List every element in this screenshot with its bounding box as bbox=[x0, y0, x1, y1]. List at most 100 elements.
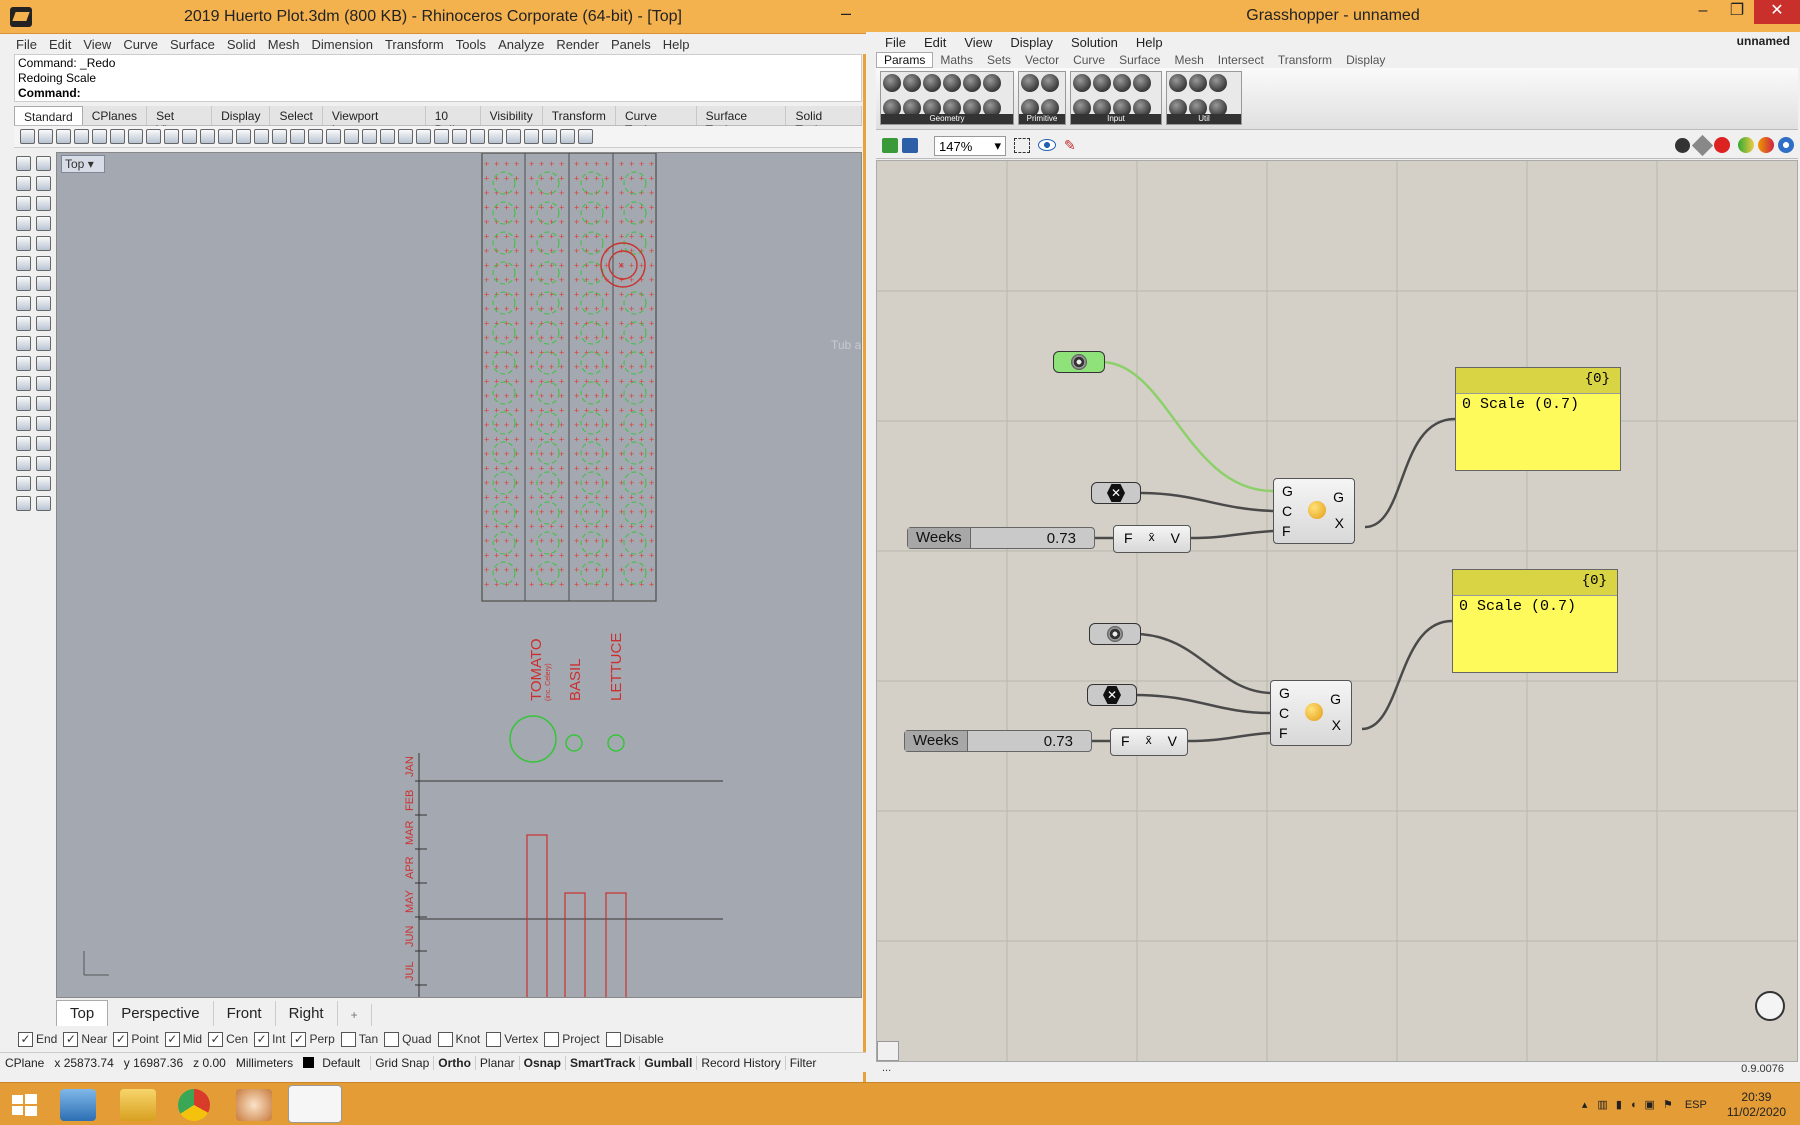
geometry-param-1[interactable] bbox=[1053, 351, 1105, 373]
line-icon[interactable] bbox=[16, 216, 31, 231]
gh-close-button[interactable]: ✕ bbox=[1754, 0, 1800, 24]
osnap-cen[interactable]: ✓ Cen bbox=[208, 1031, 248, 1047]
command-area[interactable]: Command: _Redo Redoing Scale Command: bbox=[14, 54, 862, 102]
command-prompt[interactable]: Command: bbox=[18, 86, 81, 100]
preview-wire-icon[interactable] bbox=[1691, 134, 1714, 157]
gh-menu-help[interactable]: Help bbox=[1127, 35, 1172, 50]
panel-2[interactable]: {0} 0 Scale (0.7) bbox=[1452, 569, 1618, 673]
tray-flag-icon[interactable]: ⚑ bbox=[1659, 1098, 1677, 1111]
tab-viewport-layout[interactable]: Viewport Layout bbox=[323, 106, 426, 137]
menu-analyze[interactable]: Analyze bbox=[492, 37, 550, 52]
rotate-tool-icon[interactable] bbox=[36, 376, 51, 391]
light-icon[interactable] bbox=[416, 129, 431, 144]
osnap-checkbox[interactable]: ✓ bbox=[63, 1031, 79, 1047]
analyze-icon[interactable] bbox=[16, 436, 31, 451]
paint-app-icon[interactable] bbox=[236, 1089, 272, 1121]
block-icon[interactable] bbox=[36, 416, 51, 431]
osnap-mid[interactable]: ✓ Mid bbox=[164, 1031, 202, 1047]
rhino-title-bar[interactable]: 2019 Huerto Plot.3dm (800 KB) - Rhinocer… bbox=[0, 0, 866, 34]
circle-icon[interactable] bbox=[16, 196, 31, 211]
status-toggle-filter[interactable]: Filter bbox=[784, 1055, 821, 1070]
tab-standard[interactable]: Standard bbox=[14, 106, 83, 125]
circle-param-icon[interactable] bbox=[903, 74, 921, 92]
gh-tab-intersect[interactable]: Intersect bbox=[1211, 53, 1271, 67]
print-icon[interactable] bbox=[74, 129, 89, 144]
osnap-tan[interactable]: Tan bbox=[340, 1031, 378, 1047]
menu-edit[interactable]: Edit bbox=[43, 37, 77, 52]
osnap-perp[interactable]: ✓ Perp bbox=[291, 1031, 335, 1047]
display-gradient-icon[interactable] bbox=[1758, 137, 1774, 153]
osnap-quad[interactable]: Quad bbox=[384, 1031, 432, 1047]
rebuild-icon[interactable] bbox=[36, 356, 51, 371]
new-file-icon[interactable] bbox=[20, 129, 35, 144]
boolean-icon[interactable] bbox=[16, 316, 31, 331]
gh-menu-display[interactable]: Display bbox=[1001, 35, 1062, 50]
viewport-tab-front[interactable]: Front bbox=[214, 1001, 276, 1026]
array-icon[interactable] bbox=[16, 456, 31, 471]
curvature-icon[interactable] bbox=[36, 436, 51, 451]
gh-tab-maths[interactable]: Maths bbox=[933, 53, 980, 67]
zoom-window-icon[interactable] bbox=[236, 129, 251, 144]
mesh-icon[interactable] bbox=[16, 296, 31, 311]
fillet-icon[interactable] bbox=[36, 296, 51, 311]
zoom-icon[interactable] bbox=[218, 129, 233, 144]
ellipse-icon[interactable] bbox=[36, 196, 51, 211]
tab-surface-tools[interactable]: Surface Tools bbox=[697, 106, 787, 137]
extrude-icon[interactable] bbox=[36, 256, 51, 271]
viewport-tab-perspective[interactable]: Perspective bbox=[108, 1001, 214, 1026]
osnap-checkbox[interactable] bbox=[384, 1031, 400, 1047]
point-param-2[interactable]: ✕ bbox=[1087, 684, 1137, 706]
gh-tab-vector[interactable]: Vector bbox=[1018, 53, 1066, 67]
osnap-checkbox[interactable] bbox=[544, 1031, 560, 1047]
menu-file[interactable]: File bbox=[10, 37, 43, 52]
menu-surface[interactable]: Surface bbox=[164, 37, 221, 52]
gh-title-bar[interactable]: Grasshopper - unnamed – ❐ ✕ bbox=[866, 0, 1800, 32]
gh-menu-edit[interactable]: Edit bbox=[915, 35, 955, 50]
color-wheel-icon[interactable] bbox=[452, 129, 467, 144]
preview-eye-icon[interactable] bbox=[1038, 139, 1056, 151]
status-layer[interactable]: Default bbox=[298, 1056, 370, 1070]
geometry-param-icon[interactable] bbox=[883, 74, 901, 92]
arrow-icon[interactable] bbox=[1189, 74, 1207, 92]
menu-render[interactable]: Render bbox=[550, 37, 605, 52]
tab-curve-tools[interactable]: Curve Tools bbox=[616, 106, 697, 137]
display-color-icon[interactable] bbox=[1738, 137, 1754, 153]
zoom-dropdown[interactable]: 147% bbox=[934, 136, 1006, 156]
osnap-near[interactable]: ✓ Near bbox=[63, 1031, 107, 1047]
polyline-icon[interactable] bbox=[16, 176, 31, 191]
status-toggle-ortho[interactable]: Ortho bbox=[433, 1055, 475, 1070]
tab-display[interactable]: Display bbox=[212, 106, 271, 125]
menu-curve[interactable]: Curve bbox=[117, 37, 164, 52]
weeks-slider-2[interactable]: Weeks 0.73 bbox=[904, 730, 1092, 752]
expression-component-2[interactable]: F x̄ V bbox=[1110, 728, 1188, 756]
osnap-checkbox[interactable]: ✓ bbox=[18, 1031, 33, 1047]
slider-value[interactable]: 0.73 bbox=[1047, 530, 1094, 547]
menu-tools[interactable]: Tools bbox=[450, 37, 492, 52]
box-icon[interactable] bbox=[16, 276, 31, 291]
osnap-checkbox[interactable] bbox=[340, 1031, 356, 1047]
status-toggle-osnap[interactable]: Osnap bbox=[518, 1055, 565, 1070]
group-icon[interactable] bbox=[16, 416, 31, 431]
panel-1[interactable]: {0} 0 Scale (0.7) bbox=[1455, 367, 1621, 471]
arc-param-icon[interactable] bbox=[923, 74, 941, 92]
undo-view-icon[interactable] bbox=[290, 129, 305, 144]
polygon-icon[interactable] bbox=[16, 236, 31, 251]
status-toggle-planar[interactable]: Planar bbox=[474, 1055, 519, 1070]
render-preview-icon[interactable] bbox=[488, 129, 503, 144]
menu-transform[interactable]: Transform bbox=[379, 37, 450, 52]
gh-tab-params[interactable]: Params bbox=[876, 52, 934, 68]
tab-transform[interactable]: Transform bbox=[543, 106, 616, 125]
viewport-tab-top[interactable]: Top bbox=[56, 1000, 109, 1026]
cut-icon[interactable] bbox=[110, 129, 125, 144]
swatch-icon[interactable] bbox=[1133, 74, 1151, 92]
osnap-knot[interactable]: Knot bbox=[437, 1031, 480, 1047]
text-icon[interactable] bbox=[16, 396, 31, 411]
gh-menu-file[interactable]: File bbox=[876, 35, 915, 50]
point-icon[interactable] bbox=[36, 156, 51, 171]
paint-icon[interactable] bbox=[36, 496, 51, 511]
tab-cplanes[interactable]: CPlanes bbox=[83, 106, 148, 125]
top-viewport[interactable]: Top ▾ + + + + + + + + + + + + + + + + + + + + + + + + + + + + + + + + + +… bbox=[56, 152, 862, 998]
arc-icon[interactable] bbox=[36, 236, 51, 251]
viewport-layout-icon[interactable] bbox=[308, 129, 323, 144]
gh-minimize-button[interactable]: – bbox=[1686, 0, 1720, 24]
